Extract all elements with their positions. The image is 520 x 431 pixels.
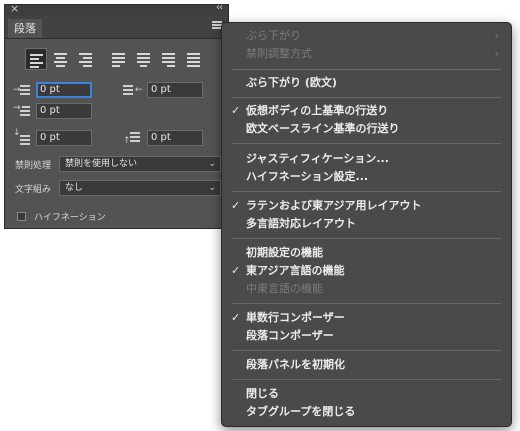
hyphenation-label: ハイフネーション (34, 213, 106, 223)
checkmark-icon: ✓ (231, 199, 241, 212)
menu-item-label: 段落パネルを初期化 (246, 358, 345, 371)
menu-item-roman-hanging[interactable]: ぶら下がり (欧文) (222, 74, 511, 92)
menu-item-label: 閉じる (246, 387, 279, 400)
menu-separator (232, 97, 501, 98)
align-left-button[interactable] (25, 48, 47, 70)
chevron-right-icon: › (494, 47, 499, 60)
menu-separator (232, 238, 501, 239)
chevron-right-icon: › (494, 29, 499, 42)
menu-item-label: タブグループを閉じる (246, 405, 356, 418)
menu-separator (232, 350, 501, 351)
menu-separator (232, 379, 501, 380)
menu-separator (232, 69, 501, 70)
paragraph-panel: × ‹‹ 段落 → 0 pt ← 0 pt → 0 pt ↓ 0 pt ↑ 0 … (4, 2, 229, 229)
menu-item-label: 段落コンポーザー (246, 329, 334, 342)
mojikumi-value: なし (65, 183, 84, 193)
collapse-icon[interactable]: ‹‹ (216, 2, 223, 13)
menu-item-label: 多言語対応レイアウト (246, 217, 356, 230)
justify-left-button[interactable] (108, 48, 130, 70)
menu-item-middle-eastern-features[interactable]: 中東言語の機能 (222, 280, 511, 298)
checkmark-icon: ✓ (231, 264, 241, 277)
menu-item-label: ぶら下がり (欧文) (246, 76, 337, 89)
first-line-indent-icon: → (13, 104, 33, 120)
chevron-down-icon: ⌄ (208, 183, 216, 193)
menu-item-label: ハイフネーション設定... (246, 170, 369, 183)
menu-item-label: ラテンおよび東アジア用レイアウト (246, 199, 422, 212)
menu-separator (232, 303, 501, 304)
right-indent-icon: ← (123, 83, 143, 99)
chevron-down-icon: ⌄ (208, 159, 216, 169)
panel-title-bar[interactable]: × ‹‹ (5, 2, 228, 16)
kinsoku-label: 禁則処理 (15, 161, 52, 171)
checkmark-icon: ✓ (231, 311, 241, 324)
first-line-indent-input[interactable]: 0 pt (36, 103, 92, 119)
menu-item-world-ready-layout[interactable]: 多言語対応レイアウト (222, 215, 511, 233)
menu-item-label: 欧文ベースライン基準の行送り (246, 122, 400, 135)
menu-item-close[interactable]: 閉じる (222, 385, 511, 403)
menu-item-default-features[interactable]: 初期設定の機能 (222, 244, 511, 262)
menu-item-label: 初期設定の機能 (246, 246, 323, 259)
align-center-button[interactable] (50, 48, 72, 70)
menu-item-reset-panel[interactable]: 段落パネルを初期化 (222, 356, 511, 374)
hyphenation-checkbox[interactable] (17, 212, 26, 221)
left-indent-input[interactable]: 0 pt (36, 82, 92, 98)
menu-item-close-tab-group[interactable]: タブグループを閉じる (222, 403, 511, 421)
justify-center-button[interactable] (133, 48, 155, 70)
space-after-icon: ↑ (123, 131, 143, 147)
menu-item-paragraph-composer[interactable]: 段落コンポーザー (222, 327, 511, 345)
menu-item-baseline-leading[interactable]: 欧文ベースライン基準の行送り (222, 120, 511, 138)
menu-item-burasagari[interactable]: ぶら下がり › (222, 27, 511, 45)
menu-separator (232, 143, 501, 144)
space-before-icon: ↓ (13, 129, 33, 147)
mojikumi-dropdown[interactable]: なし ⌄ (59, 180, 221, 196)
close-icon[interactable]: × (10, 2, 19, 15)
menu-item-justification[interactable]: ジャスティフィケーション... (222, 150, 511, 168)
menu-item-kinsoku-adjust[interactable]: 禁則調整方式 › (222, 45, 511, 63)
menu-item-label: 東アジア言語の機能 (246, 264, 345, 277)
menu-item-single-line-composer[interactable]: ✓ 単数行コンポーザー (222, 309, 511, 327)
checkmark-icon: ✓ (231, 104, 241, 117)
menu-item-label: 仮想ボディの上基準の行送り (246, 104, 389, 117)
menu-item-label: 単数行コンポーザー (246, 311, 345, 324)
menu-item-label: 禁則調整方式 (246, 47, 312, 60)
menu-item-label: ジャスティフィケーション... (246, 152, 389, 165)
space-after-input[interactable]: 0 pt (147, 130, 203, 146)
justify-all-button[interactable] (183, 48, 205, 70)
kinsoku-dropdown[interactable]: 禁則を使用しない ⌄ (59, 156, 221, 172)
panel-flyout-menu: ぶら下がり › 禁則調整方式 › ぶら下がり (欧文) ✓ 仮想ボディの上基準の… (221, 22, 512, 427)
tab-paragraph[interactable]: 段落 (8, 19, 42, 38)
menu-item-top-to-top-leading[interactable]: ✓ 仮想ボディの上基準の行送り (222, 102, 511, 120)
menu-item-hyphenation-settings[interactable]: ハイフネーション設定... (222, 168, 511, 186)
align-right-button[interactable] (75, 48, 97, 70)
right-indent-input[interactable]: 0 pt (147, 82, 203, 98)
panel-tab-bar: 段落 (5, 16, 228, 39)
left-indent-icon: → (13, 83, 33, 99)
justify-right-button[interactable] (158, 48, 180, 70)
menu-separator (232, 191, 501, 192)
kinsoku-value: 禁則を使用しない (65, 159, 138, 169)
mojikumi-label: 文字組み (15, 185, 52, 195)
space-before-input[interactable]: 0 pt (36, 130, 92, 146)
menu-item-label: ぶら下がり (246, 29, 301, 42)
menu-item-label: 中東言語の機能 (246, 282, 323, 295)
menu-item-latin-east-asian-layout[interactable]: ✓ ラテンおよび東アジア用レイアウト (222, 197, 511, 215)
menu-item-east-asian-features[interactable]: ✓ 東アジア言語の機能 (222, 262, 511, 280)
